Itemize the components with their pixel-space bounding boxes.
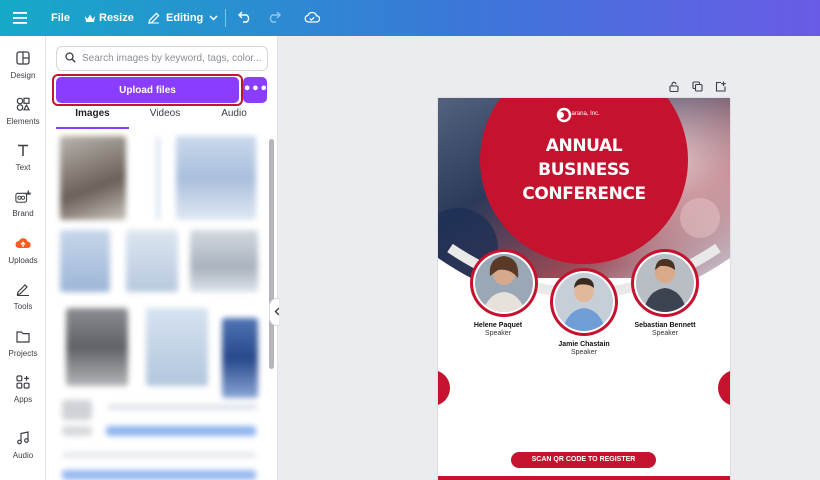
- rail-item-label: Elements: [6, 117, 40, 126]
- rail-item-label: Text: [15, 163, 31, 172]
- toolbar-divider: [225, 9, 226, 27]
- add-page-icon: [715, 79, 726, 97]
- uploaded-image-thumbnail[interactable]: [108, 404, 258, 410]
- search-input[interactable]: [82, 53, 262, 64]
- redo-button[interactable]: [267, 5, 281, 31]
- rail-item-label: Audio: [12, 451, 34, 460]
- tab-label: Audio: [221, 108, 247, 119]
- rail-item-apps[interactable]: Apps: [0, 372, 46, 412]
- pencil-icon: [148, 12, 160, 24]
- rail-item-text[interactable]: Text: [0, 140, 46, 180]
- resize-label: Resize: [99, 12, 134, 24]
- duplicate-page-button[interactable]: [689, 81, 705, 95]
- editing-label: Editing: [166, 12, 204, 24]
- more-options-button[interactable]: •••: [243, 77, 268, 103]
- uploaded-image-thumbnail[interactable]: [126, 230, 178, 292]
- uploaded-image-thumbnail[interactable]: [62, 452, 256, 458]
- speaker-name: Jamie Chastain: [558, 341, 610, 348]
- active-tab-indicator: [56, 127, 129, 129]
- uploaded-image-thumbnail[interactable]: [176, 136, 256, 220]
- file-menu-label: File: [51, 12, 70, 24]
- lock-page-button[interactable]: [666, 81, 682, 95]
- editing-mode-dropdown[interactable]: Editing: [148, 5, 218, 31]
- headline-line-1: ANNUAL: [545, 136, 623, 156]
- lock-icon: [669, 79, 679, 97]
- uploaded-image-thumbnail[interactable]: [62, 426, 92, 436]
- undo-button[interactable]: [238, 5, 252, 31]
- rail-item-uploads[interactable]: Uploads: [0, 233, 46, 273]
- chevron-down-icon: [209, 15, 218, 21]
- text-icon: [15, 142, 31, 158]
- uploaded-image-thumbnail[interactable]: [156, 136, 160, 220]
- cloud-check-icon: [304, 11, 321, 26]
- search-icon: [65, 50, 76, 68]
- add-page-button[interactable]: [712, 81, 728, 95]
- uploaded-image-thumbnail[interactable]: [60, 136, 126, 220]
- cloud-save-status[interactable]: [304, 5, 321, 31]
- resize-button[interactable]: Resize: [85, 5, 134, 31]
- uploaded-image-thumbnail[interactable]: [62, 470, 256, 480]
- search-box[interactable]: [56, 46, 268, 71]
- undo-icon: [238, 11, 252, 26]
- speaker-role: Speaker: [651, 330, 679, 337]
- rail-item-label: Projects: [8, 349, 38, 358]
- folder-icon: [15, 328, 31, 344]
- speaker-role: Speaker: [484, 330, 512, 337]
- design-page[interactable]: Larana, Inc. ANNUAL BUSINESS CONFERENCE …: [438, 98, 730, 480]
- headline-line-2: BUSINESS: [538, 160, 630, 180]
- cloud-upload-icon: [15, 235, 31, 251]
- crown-icon: [85, 14, 95, 23]
- upload-files-button[interactable]: Upload files: [56, 77, 239, 103]
- tab-label: Videos: [149, 108, 181, 119]
- rail-item-design[interactable]: Design: [0, 48, 46, 88]
- brand-icon: [15, 188, 31, 204]
- uploaded-image-thumbnail[interactable]: [190, 230, 258, 292]
- company-name: Larana, Inc.: [568, 111, 600, 117]
- uploaded-image-thumbnail[interactable]: [62, 400, 92, 420]
- rail-item-label: Brand: [12, 209, 34, 218]
- tab-label: Images: [75, 108, 110, 119]
- rail-item-label: Uploads: [8, 256, 38, 265]
- rail-item-audio[interactable]: Audio: [0, 428, 46, 468]
- duplicate-icon: [691, 79, 703, 97]
- side-navigation-rail: Design Elements Text Brand Uploads Tools: [0, 36, 46, 480]
- headline-line-3: CONFERENCE: [522, 184, 646, 204]
- menu-icon[interactable]: [13, 5, 27, 31]
- music-icon: [15, 430, 31, 446]
- rail-item-brand[interactable]: Brand: [0, 186, 46, 226]
- file-menu-button[interactable]: File: [51, 5, 70, 31]
- panel-scrollbar[interactable]: [269, 139, 274, 369]
- pen-icon: [15, 281, 31, 297]
- uploaded-image-thumbnail[interactable]: [60, 230, 110, 292]
- rail-item-label: Tools: [13, 302, 33, 311]
- speaker-name: Sebastian Bennett: [634, 322, 696, 329]
- layout-icon: [15, 50, 31, 66]
- rail-item-projects[interactable]: Projects: [0, 326, 46, 366]
- rail-item-elements[interactable]: Elements: [0, 94, 46, 134]
- speaker-role: Speaker: [570, 349, 598, 356]
- rail-item-label: Apps: [13, 395, 33, 404]
- uploaded-image-thumbnail[interactable]: [106, 426, 256, 436]
- tab-videos[interactable]: Videos: [127, 108, 203, 130]
- redo-icon: [267, 11, 281, 26]
- uploads-panel: Upload files ••• Images Videos Audio: [46, 36, 278, 480]
- rail-item-label: Design: [10, 71, 36, 80]
- uploaded-image-thumbnail[interactable]: [146, 308, 208, 386]
- register-cta-banner: SCAN QR CODE TO REGISTER: [511, 452, 656, 468]
- uploaded-image-thumbnail[interactable]: [222, 318, 258, 398]
- speaker-name: Helene Paquet: [473, 322, 523, 329]
- rail-item-tools[interactable]: Tools: [0, 279, 46, 319]
- apps-icon: [15, 374, 31, 390]
- shapes-icon: [15, 96, 31, 112]
- top-toolbar: File Resize Editing: [0, 0, 820, 36]
- tab-audio[interactable]: Audio: [196, 108, 272, 130]
- uploaded-image-thumbnail[interactable]: [66, 308, 128, 386]
- uploaded-images-grid: [56, 134, 262, 480]
